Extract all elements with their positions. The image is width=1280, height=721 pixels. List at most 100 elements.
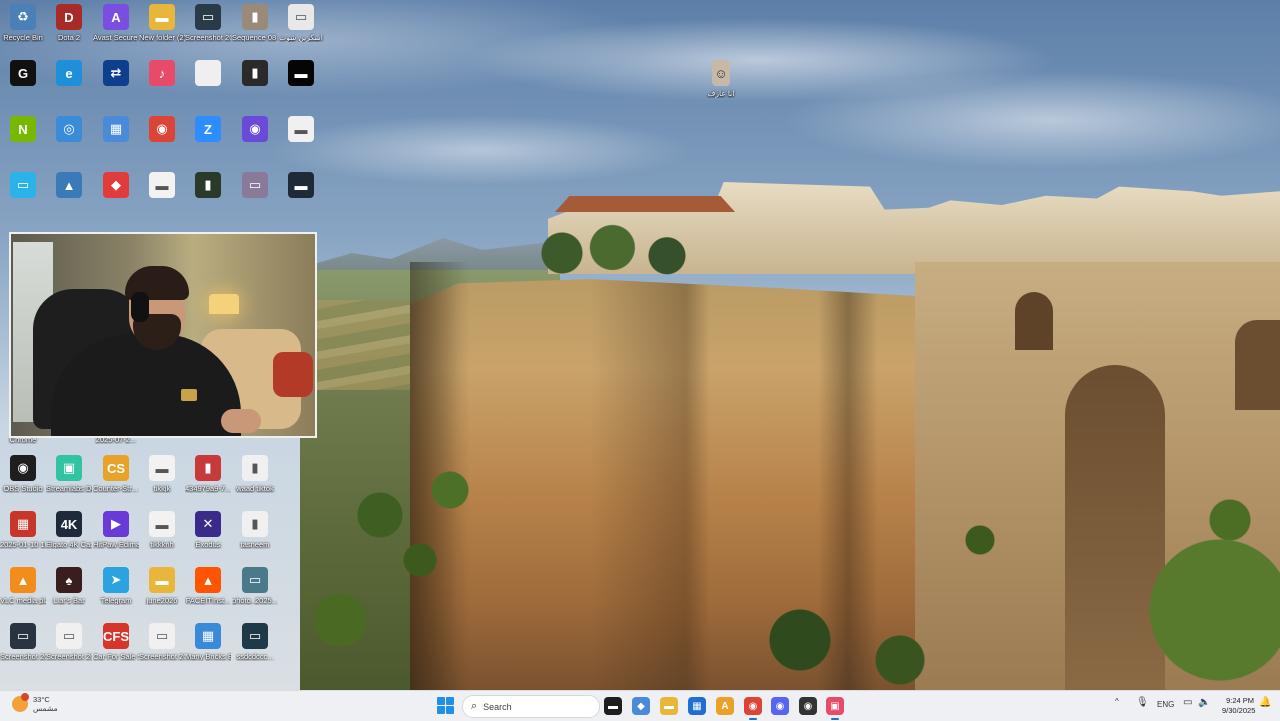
- obs-like-icon: ◉: [242, 116, 268, 142]
- weather-sun-icon: [12, 693, 29, 712]
- desktop-icon[interactable]: ▶ HitPaw Edimakor: [93, 511, 139, 567]
- streamlabs-icon: ▣: [56, 455, 82, 481]
- desktop-icon[interactable]: Z: [185, 116, 231, 172]
- desktop-icon-label: HitPaw Edimakor: [93, 540, 139, 549]
- desktop-icon[interactable]: N: [0, 116, 46, 172]
- desktop-icon[interactable]: ▲ VLC media player: [0, 567, 46, 623]
- windows-logo-pane: [446, 706, 454, 714]
- desktop-icon[interactable]: ▭ photo_2025...: [232, 567, 278, 623]
- desktop-icon[interactable]: ▭ اسكرين شوت: [278, 4, 324, 60]
- volume-icon[interactable]: 🔈: [1198, 697, 1210, 708]
- desktop-icon[interactable]: ▮ tasneem: [232, 511, 278, 567]
- photo-icon: ▭: [242, 567, 268, 593]
- desktop-icon[interactable]: ▭ Screenshot 2025-09-...: [46, 623, 92, 679]
- desktop-icon-label: Counter-Str... 2: [93, 484, 139, 493]
- discord-taskbar-icon[interactable]: ◉: [771, 697, 789, 715]
- desktop-icon[interactable]: ♠ Liar's Bar: [46, 567, 92, 623]
- desktop-icon[interactable]: ♪: [139, 60, 185, 116]
- desktop-icon[interactable]: ▮ waad tiktok: [232, 455, 278, 511]
- desktop-icon[interactable]: e: [46, 60, 92, 116]
- screenshot-file-icon: ▭: [10, 623, 36, 649]
- desktop-icon[interactable]: ▮: [232, 60, 278, 116]
- desktop-icon-wallpaper-file[interactable]: ☺ انا عارف: [698, 60, 744, 116]
- desktop-icon[interactable]: ⇄: [93, 60, 139, 116]
- store-taskbar-icon[interactable]: ▦: [688, 697, 706, 715]
- taskbar-clock[interactable]: 9:24 PM 9/30/2025: [1222, 696, 1255, 716]
- phone-image-icon: ▮: [195, 172, 221, 198]
- notification-bell-icon[interactable]: 🔔: [1259, 697, 1271, 708]
- desktop-icon[interactable]: ◉ OBS Studio: [0, 455, 46, 511]
- chrome-taskbar-icon[interactable]: ◉: [744, 697, 762, 715]
- hitpaw-icon: ▶: [103, 511, 129, 537]
- white-file-icon: ▬: [149, 455, 175, 481]
- desktop-icon-label: june2026: [146, 596, 178, 605]
- desktop-icon[interactable]: ▭ Screenshot 2025-06-28...: [139, 623, 185, 679]
- desktop-icon-label: Screenshot 2025-0...: [185, 33, 231, 42]
- desktop-icon[interactable]: ▭: [232, 172, 278, 228]
- desktop-icon[interactable]: ▮: [185, 172, 231, 228]
- anydesk-icon: ◆: [103, 172, 129, 198]
- desktop-icon[interactable]: D Dota 2: [46, 4, 92, 60]
- desktop-icon[interactable]: ◆: [93, 172, 139, 228]
- desktop-icon[interactable]: ✕ Exodus: [185, 511, 231, 567]
- phone-file-icon: ▮: [242, 455, 268, 481]
- desktop-icon[interactable]: ◉: [139, 116, 185, 172]
- windows-app-icon: ▦: [103, 116, 129, 142]
- avast-taskbar-icon[interactable]: A: [716, 697, 734, 715]
- webcam-pillow: [273, 352, 313, 397]
- desktop-icon[interactable]: ▦ Many Bricks Breaker: [185, 623, 231, 679]
- desktop-icon-label: tikkknh: [150, 540, 174, 549]
- microphone-icon[interactable]: 🎙: [1136, 697, 1149, 708]
- desktop-icon[interactable]: ▭ Screenshot 2025-09-08...: [0, 623, 46, 679]
- desktop-icon[interactable]: [185, 60, 231, 116]
- copilot-taskbar-icon[interactable]: ◆: [632, 697, 650, 715]
- desktop-icon[interactable]: ▲ FACEITInst...: [185, 567, 231, 623]
- desktop-icon[interactable]: ▮ Sequence 08_1: [232, 4, 278, 60]
- obs-taskbar-icon[interactable]: ▣: [826, 697, 844, 715]
- folder-taskbar-icon[interactable]: ▬: [660, 697, 678, 715]
- dota2-icon: D: [56, 4, 82, 30]
- language-indicator[interactable]: ENG: [1157, 700, 1174, 709]
- dark-file-icon: ▬: [288, 172, 314, 198]
- desktop-icon[interactable]: ▬ tikkknh: [139, 511, 185, 567]
- desktop-icon[interactable]: 4K Elgato 4K Capture...: [46, 511, 92, 567]
- desktop-icon[interactable]: ▦ 2025-01-10 10-37-52: [0, 511, 46, 567]
- desktop-icon-label: New folder (2): [139, 33, 185, 42]
- desktop-icon[interactable]: ▬: [278, 60, 324, 116]
- desktop-icon-label: Screenshot 2025-06-28...: [139, 652, 185, 661]
- network-icon[interactable]: ▭: [1183, 697, 1192, 708]
- desktop-icon[interactable]: ▭ ssdcdccc...: [232, 623, 278, 679]
- taskbar-search-box[interactable]: ⌕ Search: [462, 695, 600, 718]
- desktop-icon[interactable]: ▭: [0, 172, 46, 228]
- desktop-icon[interactable]: CFS Car For Sale Simulator ...: [93, 623, 139, 679]
- start-button[interactable]: [437, 697, 454, 714]
- desktop-icon[interactable]: ◉: [232, 116, 278, 172]
- desktop-icon[interactable]: ▬ june2026: [139, 567, 185, 623]
- desktop-icon[interactable]: ◎: [46, 116, 92, 172]
- desktop-icon[interactable]: A Avast Secure Browser: [93, 4, 139, 60]
- desktop-icon-label: VLC media player: [0, 596, 46, 605]
- desktop-icon-label: Sequence 08_1: [232, 33, 278, 42]
- desktop-icon-label: waad tiktok: [236, 484, 274, 493]
- desktop-icon[interactable]: ▲: [46, 172, 92, 228]
- desktop-icon-label: Recycle Bin: [3, 33, 43, 42]
- desktop-icon[interactable]: ▣ Streamlabs Desktop: [46, 455, 92, 511]
- webcam-headset: [131, 292, 149, 322]
- weather-widget[interactable]: 33°C مشمس: [12, 693, 58, 713]
- desktop-icon[interactable]: ▭ Screenshot 2025-0...: [185, 4, 231, 60]
- desktop-icon[interactable]: ➤ Telegram: [93, 567, 139, 623]
- desktop-icon[interactable]: ▬: [278, 116, 324, 172]
- tray-overflow-chevron-icon[interactable]: ^: [1115, 697, 1119, 706]
- settings-taskbar-icon[interactable]: ◉: [799, 697, 817, 715]
- desktop-icon[interactable]: ♻ Recycle Bin: [0, 4, 46, 60]
- file-explorer-taskbar-icon[interactable]: ▬: [604, 697, 622, 715]
- desktop-icon[interactable]: G: [0, 60, 46, 116]
- desktop-icon[interactable]: ▬: [278, 172, 324, 228]
- desktop-icon[interactable]: ▦: [93, 116, 139, 172]
- desktop-icon-label: انا عارف: [707, 89, 735, 98]
- desktop-icon[interactable]: ▮ 434979a9-7...: [185, 455, 231, 511]
- desktop-icon[interactable]: ▬ New folder (2): [139, 4, 185, 60]
- desktop-icon[interactable]: ▬ tikkjk: [139, 455, 185, 511]
- desktop-icon[interactable]: CS Counter-Str... 2: [93, 455, 139, 511]
- desktop-icon[interactable]: ▬: [139, 172, 185, 228]
